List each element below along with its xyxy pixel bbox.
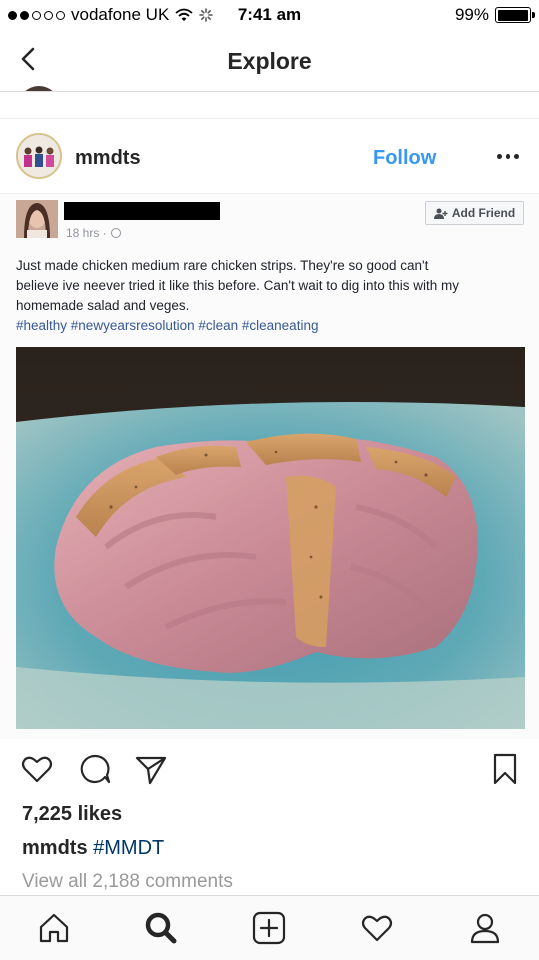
redaction-bar xyxy=(64,202,220,220)
follow-button[interactable]: Follow xyxy=(373,147,436,170)
tab-bar xyxy=(0,895,539,960)
add-friend-icon xyxy=(433,208,448,219)
page-title: Explore xyxy=(227,48,312,74)
profile-icon[interactable] xyxy=(468,911,502,945)
chicken-plate-photo xyxy=(16,347,525,729)
bookmark-icon[interactable] xyxy=(490,752,520,786)
activity-heart-icon[interactable] xyxy=(360,911,394,945)
likes-count[interactable]: 7,225 likes xyxy=(22,803,122,826)
status-right: 99% xyxy=(454,5,535,25)
globe-icon xyxy=(110,228,121,238)
fb-post-time: 18 hrs · xyxy=(66,226,121,240)
share-icon[interactable] xyxy=(134,752,168,786)
nav-bar: Explore xyxy=(0,30,539,92)
fb-text-line: Just made chicken medium rare chicken st… xyxy=(16,258,429,273)
home-icon[interactable] xyxy=(37,911,71,945)
fb-hashtags: #healthy #newyearsresolution #clean #cle… xyxy=(16,318,319,333)
post-username[interactable]: mmdts xyxy=(75,147,141,170)
comment-icon[interactable] xyxy=(78,752,112,786)
avatar[interactable] xyxy=(16,133,62,179)
post-caption: mmdts #MMDT xyxy=(22,837,164,860)
search-icon[interactable] xyxy=(144,911,178,945)
fb-profile-photo xyxy=(16,200,58,238)
fb-text-line: believe ive neever tried it like this be… xyxy=(16,278,460,293)
caption-username[interactable]: mmdts xyxy=(22,837,88,859)
battery-percent: 99% xyxy=(454,5,489,24)
status-bar: vodafone UK 7:41 am 99% xyxy=(0,0,539,30)
fb-post-text: Just made chicken medium rare chicken st… xyxy=(16,256,521,316)
heart-icon[interactable] xyxy=(20,752,54,786)
post-action-bar xyxy=(0,750,539,794)
view-comments-link[interactable]: View all 2,188 comments xyxy=(22,871,233,893)
add-post-icon[interactable] xyxy=(252,911,286,945)
caption-hashtag[interactable]: #MMDT xyxy=(93,837,164,859)
ellipsis-icon[interactable] xyxy=(497,149,520,163)
add-friend-button: Add Friend xyxy=(425,201,524,225)
post-image[interactable]: 18 hrs · Add Friend Just made chicken me… xyxy=(0,194,539,739)
post-header: mmdts Follow xyxy=(0,118,539,194)
previous-post-avatar xyxy=(18,86,60,91)
fb-text-line: homemade salad and veges. xyxy=(16,298,190,313)
battery-icon xyxy=(495,7,535,23)
